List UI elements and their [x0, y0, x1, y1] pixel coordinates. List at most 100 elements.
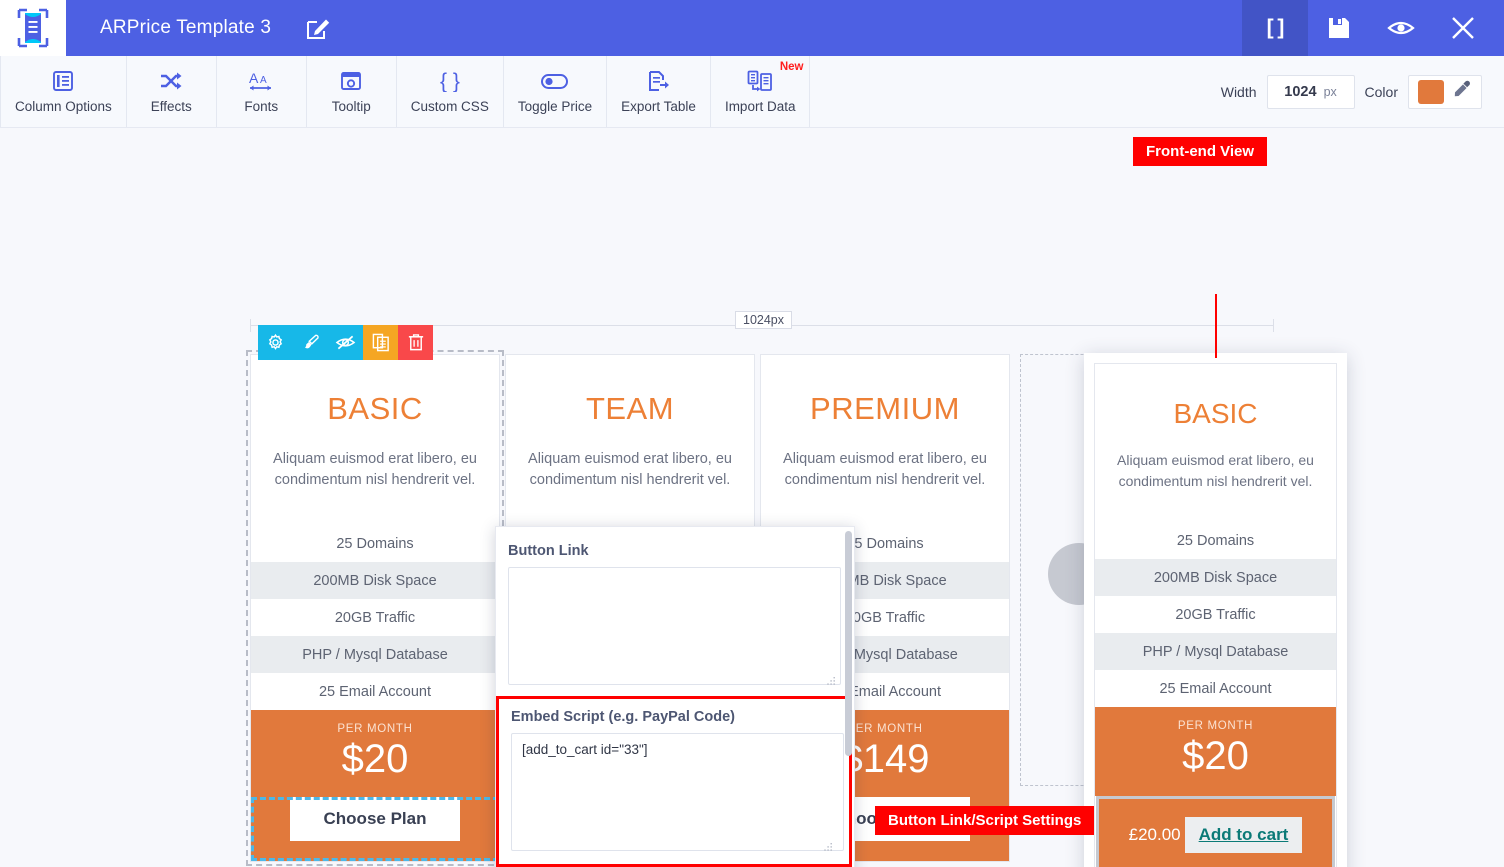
embed-script-label: Embed Script (e.g. PayPal Code) — [511, 709, 735, 725]
button-link-input[interactable] — [508, 567, 841, 685]
embed-script-input[interactable] — [511, 733, 844, 851]
column-header: TEAM Aliquam euismod erat libero, eu con… — [506, 355, 754, 491]
preview-feature-row: 25 Domains — [1176, 532, 1255, 549]
tool-column-options[interactable]: Column Options — [0, 56, 127, 127]
width-input[interactable]: 1024 px — [1266, 74, 1355, 109]
preview-button[interactable] — [1370, 0, 1432, 56]
top-bar: ARPrice Template 3 [ ] — [0, 0, 1504, 56]
tool-toggle-price[interactable]: Toggle Price — [504, 56, 608, 127]
column-settings-button[interactable] — [258, 325, 293, 360]
preview-feature-row: PHP / Mysql Database — [1095, 633, 1336, 670]
toolbar-right-controls: Width 1024 px Color — [1221, 56, 1504, 127]
price-amount: $20 — [341, 737, 409, 781]
color-swatch[interactable] — [1418, 79, 1444, 104]
callout-button-link-settings: Button Link/Script Settings — [875, 806, 1095, 835]
frontend-preview-panel: BASIC Aliquam euismod erat libero, eu co… — [1084, 353, 1347, 867]
column-header: BASIC Aliquam euismod erat libero, eu co… — [251, 355, 499, 491]
import-data-icon — [747, 70, 773, 92]
eyedropper-icon[interactable] — [1452, 79, 1472, 104]
duplicate-copy-icon — [372, 333, 389, 352]
feature-row: 25 Email Account — [318, 683, 432, 700]
preview-feature-row: 200MB Disk Space — [1095, 559, 1336, 596]
toggle-switch-icon — [540, 70, 570, 92]
tooltip-window-icon — [340, 70, 362, 92]
popup-scrollbar[interactable] — [845, 531, 852, 867]
choose-plan-button[interactable]: Choose Plan — [290, 797, 460, 841]
preview-feature-row: 20GB Traffic — [1175, 606, 1256, 623]
preview-price-amount: $20 — [1182, 734, 1249, 778]
paint-brush-icon — [304, 334, 319, 349]
tool-label: Toggle Price — [517, 98, 593, 114]
svg-text:A: A — [260, 75, 267, 86]
save-button[interactable] — [1308, 0, 1370, 56]
preview-header: BASIC Aliquam euismod erat libero, eu co… — [1095, 364, 1336, 492]
app-title: ARPrice Template 3 — [100, 17, 272, 38]
edit-pencil-icon — [307, 19, 330, 39]
trash-delete-icon — [408, 334, 423, 351]
preview-feature-list: 25 Domains 200MB Disk Space 20GB Traffic… — [1095, 522, 1336, 707]
eye-slash-hide-icon — [335, 335, 356, 350]
price-period: PER MONTH — [337, 723, 413, 735]
preview-price-box: PER MONTH $20 — [1095, 707, 1336, 796]
frontend-callout-leader — [1215, 294, 1217, 358]
feature-row: PHP / Mysql Database — [251, 636, 499, 673]
column-duplicate-button[interactable] — [363, 325, 398, 360]
ruler-width-badge: 1024px — [735, 311, 793, 329]
cta-zone-highlighted[interactable]: Choose Plan — [251, 797, 499, 861]
close-button[interactable] — [1432, 0, 1494, 56]
fonts-aa-icon: AA — [248, 70, 274, 92]
button-link-settings-popup: Button Link Embed Script (e.g. PayPal Co… — [495, 526, 855, 867]
tool-label: Export Table — [621, 98, 696, 114]
column-hide-button[interactable] — [328, 325, 363, 360]
preview-cart-price: £20.00 — [1128, 825, 1181, 844]
gear-settings-icon — [268, 333, 283, 350]
preview-cart-row[interactable]: £20.00 Add to cart — [1096, 796, 1335, 867]
popup-scrollbar-thumb[interactable] — [845, 531, 852, 756]
preview-pricing-card: BASIC Aliquam euismod erat libero, eu co… — [1094, 363, 1337, 867]
column-delete-button[interactable] — [398, 325, 433, 360]
feature-row: 25 Domains — [336, 535, 414, 552]
shortcode-button[interactable]: [ ] — [1242, 0, 1308, 56]
width-value: 1024 — [1284, 83, 1317, 100]
edit-title-button[interactable] — [305, 15, 331, 41]
plan-description: Aliquam euismod erat libero, eu condimen… — [273, 451, 477, 488]
feature-row: 200MB Disk Space — [251, 562, 499, 599]
save-floppy-icon — [1329, 18, 1349, 38]
embed-script-highlighted-section: Embed Script (e.g. PayPal Code) — [496, 696, 852, 867]
price-box: PER MONTH $20 — [251, 710, 499, 797]
column-header: PREMIUM Aliquam euismod erat libero, eu … — [761, 355, 1009, 491]
svg-text:A: A — [249, 70, 259, 86]
plan-name: PREMIUM — [810, 391, 960, 426]
eye-preview-icon — [1387, 21, 1415, 35]
button-link-field-wrap — [508, 567, 841, 690]
close-x-icon — [1452, 17, 1474, 39]
tool-effects[interactable]: Effects — [127, 56, 217, 127]
width-label: Width — [1220, 83, 1257, 100]
column-style-button[interactable] — [293, 325, 328, 360]
ruler-tick-right — [1273, 319, 1274, 332]
tool-tooltip[interactable]: Tooltip — [307, 56, 397, 127]
editor-toolbar: Column Options Effects AA Fonts Tooltip … — [0, 56, 1504, 128]
popup-body: Button Link Embed Script (e.g. PayPal Co… — [496, 527, 854, 867]
width-unit: px — [1323, 84, 1337, 99]
arprice-logo-icon — [17, 8, 49, 48]
pricing-column-basic[interactable]: BASIC Aliquam euismod erat libero, eu co… — [246, 350, 504, 866]
export-table-icon — [647, 70, 671, 92]
tool-label: Effects — [150, 98, 192, 114]
tool-custom-css[interactable]: { } Custom CSS — [397, 56, 504, 127]
preview-price-period: PER MONTH — [1177, 720, 1254, 732]
tool-fonts[interactable]: AA Fonts — [217, 56, 307, 127]
preview-plan-description: Aliquam euismod erat libero, eu condimen… — [1117, 452, 1314, 489]
plan-description: Aliquam euismod erat libero, eu condimen… — [528, 451, 732, 488]
column-options-icon — [52, 70, 74, 92]
tool-import-data[interactable]: New Import Data — [711, 56, 811, 127]
tool-label: Custom CSS — [410, 98, 489, 114]
effects-shuffle-icon — [159, 70, 183, 92]
tool-export-table[interactable]: Export Table — [607, 56, 711, 127]
add-to-cart-button[interactable]: Add to cart — [1184, 817, 1303, 853]
color-label: Color — [1364, 83, 1398, 100]
preview-plan-name: BASIC — [1173, 398, 1258, 429]
embed-script-field-wrap — [511, 733, 844, 856]
color-picker[interactable] — [1408, 74, 1482, 109]
tool-label: Column Options — [15, 98, 112, 114]
